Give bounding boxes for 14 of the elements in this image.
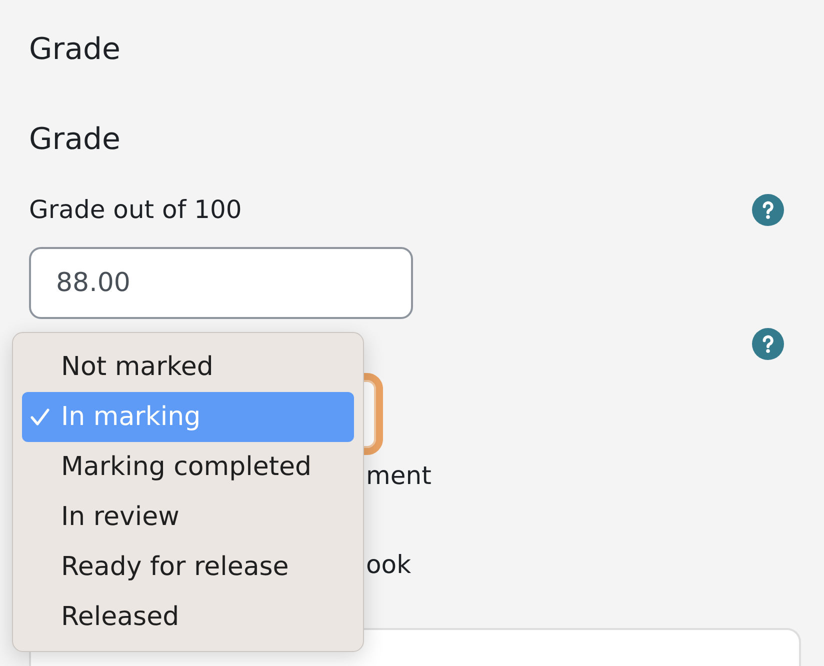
field-label: Grade out of 100 — [29, 195, 242, 225]
menu-option[interactable]: Released — [22, 592, 354, 642]
check-icon — [30, 408, 50, 426]
help-icon[interactable] — [752, 194, 784, 226]
field-label: ook — [366, 550, 412, 579]
page-heading: Grade — [29, 32, 120, 68]
field-label: ment — [366, 461, 432, 490]
section-heading: Grade — [29, 122, 120, 158]
menu-option[interactable]: Not marked — [22, 342, 354, 392]
menu-option[interactable]: Ready for release — [22, 542, 354, 592]
help-icon[interactable] — [752, 328, 784, 360]
menu-option[interactable]: In review — [22, 492, 354, 542]
grade-input[interactable]: 88.00 — [29, 247, 413, 319]
menu-option[interactable]: Marking completed — [22, 442, 354, 492]
